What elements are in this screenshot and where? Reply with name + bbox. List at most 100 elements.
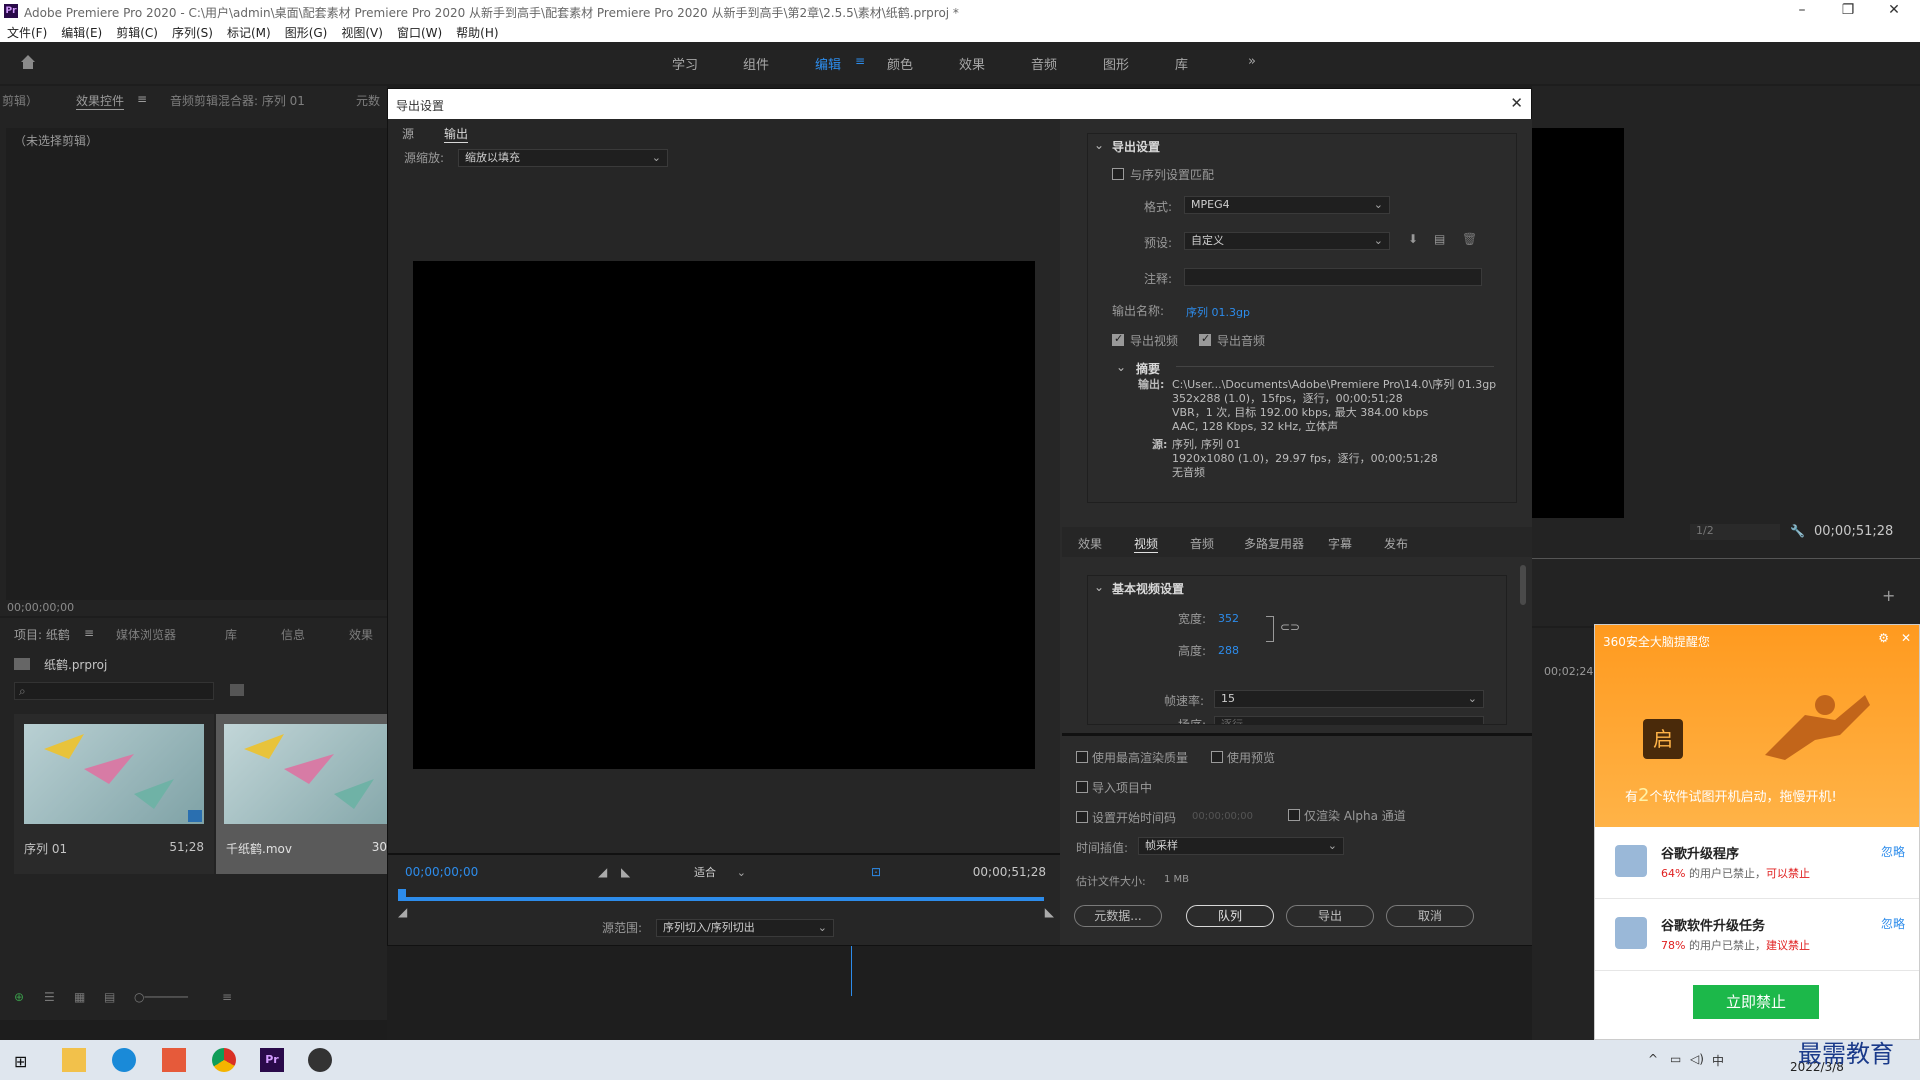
source-range-bar[interactable] — [402, 897, 1044, 901]
playhead-handle[interactable] — [398, 889, 406, 901]
chevron-down-icon[interactable]: ⌄ — [1094, 138, 1104, 152]
use-preview-checkbox[interactable] — [1211, 751, 1223, 763]
program-ruler[interactable] — [1532, 558, 1920, 566]
project-item[interactable]: 序列 01 51;28 — [14, 714, 214, 874]
tab-effect-controls[interactable]: 效果控件 — [76, 92, 125, 110]
delete-preset-icon[interactable]: 🗑 — [1462, 232, 1477, 246]
tab-multiplexer[interactable]: 多路复用器 — [1244, 535, 1304, 552]
match-sequence-checkbox[interactable] — [1112, 168, 1124, 180]
alpha-only-checkbox[interactable] — [1288, 809, 1300, 821]
height-value[interactable]: 288 — [1218, 644, 1239, 657]
icon-view-icon[interactable]: ▦ — [74, 990, 85, 1004]
menu-file[interactable]: 文件(F) — [0, 24, 54, 42]
field-order-select[interactable]: 逐行 — [1214, 716, 1484, 724]
new-bin-icon[interactable] — [230, 684, 244, 696]
preset-select[interactable]: 自定义 ⌄ — [1184, 232, 1390, 250]
volume-icon[interactable]: ◁) — [1690, 1052, 1704, 1066]
photo-app-icon[interactable] — [308, 1048, 332, 1072]
workspace-libraries[interactable]: 库 — [1175, 54, 1188, 73]
start-timecode-value[interactable]: 00;00;00;00 — [1192, 811, 1253, 822]
menu-edit[interactable]: 编辑(E) — [54, 24, 109, 42]
workspace-effects[interactable]: 效果 — [959, 54, 985, 73]
menu-clip[interactable]: 剪辑(C) — [109, 24, 165, 42]
sort-icon[interactable]: ≡ — [222, 990, 232, 1004]
menu-help[interactable]: 帮助(H) — [449, 24, 505, 42]
metadata-button[interactable]: 元数据... — [1074, 905, 1162, 927]
ignore-link[interactable]: 忽略 — [1881, 915, 1905, 932]
aspect-toggle-icon[interactable]: ⊡ — [871, 865, 881, 879]
file-explorer-icon[interactable] — [62, 1048, 86, 1072]
workspace-color[interactable]: 颜色 — [887, 54, 913, 73]
format-select[interactable]: MPEG4 ⌄ — [1184, 196, 1390, 214]
start-timecode-checkbox[interactable] — [1076, 811, 1088, 823]
tab-effects[interactable]: 效果 — [1078, 535, 1102, 552]
tab-effects[interactable]: 效果 — [349, 626, 373, 643]
tab-libraries[interactable]: 库 — [225, 626, 237, 643]
workspace-audio[interactable]: 音频 — [1031, 54, 1057, 73]
disable-now-button[interactable]: 立即禁止 — [1693, 985, 1819, 1019]
max-quality-checkbox[interactable] — [1076, 751, 1088, 763]
tab-info[interactable]: 信息 — [281, 626, 305, 643]
tab-audio[interactable]: 音频 — [1190, 535, 1214, 552]
ime-indicator[interactable]: 中 — [1712, 1052, 1724, 1069]
project-item[interactable]: 千纸鹤.mov 30 — [216, 714, 387, 874]
tab-media-browser[interactable]: 媒体浏览器 — [116, 626, 176, 643]
program-timecode[interactable]: 00;00;51;28 — [1814, 524, 1893, 539]
width-value[interactable]: 352 — [1218, 612, 1239, 625]
effect-timecode[interactable]: 00;00;00;00 — [7, 601, 74, 614]
menu-view[interactable]: 视图(V) — [334, 24, 390, 42]
set-in-icon[interactable]: ◢ — [598, 865, 607, 879]
list-view-icon[interactable]: ☰ — [44, 990, 55, 1004]
close-icon[interactable]: ✕ — [1872, 2, 1916, 22]
tab-source[interactable]: 剪辑） — [2, 92, 38, 109]
tab-metadata[interactable]: 元数 — [356, 92, 380, 109]
tab-project-menu-icon[interactable]: ≡ — [84, 626, 94, 640]
playhead[interactable] — [851, 946, 852, 996]
chrome-icon[interactable] — [212, 1048, 236, 1072]
tray-up-icon[interactable]: ^ — [1648, 1052, 1658, 1066]
menu-graphics[interactable]: 图形(G) — [278, 24, 335, 42]
tab-audio-clip-mixer[interactable]: 音频剪辑混合器: 序列 01 — [170, 92, 305, 109]
workspace-graphics[interactable]: 图形 — [1103, 54, 1129, 73]
tab-publish[interactable]: 发布 — [1384, 535, 1408, 552]
workspace-menu-icon[interactable]: ≡ — [855, 54, 865, 68]
settings-gear-icon[interactable]: ⚙ — [1878, 631, 1889, 645]
set-out-icon[interactable]: ◣ — [621, 865, 630, 879]
network-icon[interactable]: ▭ — [1670, 1052, 1681, 1066]
current-timecode[interactable]: 00;00;00;00 — [405, 865, 478, 879]
minimize-icon[interactable]: – — [1780, 2, 1824, 22]
export-audio-checkbox[interactable] — [1199, 332, 1211, 346]
import-preset-icon[interactable]: ▤ — [1434, 232, 1445, 246]
export-video-checkbox[interactable] — [1112, 332, 1124, 346]
zoom-select[interactable]: 1/2 — [1690, 524, 1780, 540]
tab-menu-icon[interactable]: ≡ — [137, 92, 147, 106]
export-button[interactable]: 导出 — [1286, 905, 1374, 927]
scrollbar[interactable] — [1520, 565, 1526, 605]
ignore-link[interactable]: 忽略 — [1881, 843, 1905, 860]
chevron-down-icon[interactable]: ⌄ — [1094, 580, 1104, 594]
project-search-input[interactable]: ⌕ — [14, 682, 214, 700]
home-icon[interactable] — [20, 54, 36, 70]
workspace-more-icon[interactable]: » — [1248, 54, 1256, 69]
workspace-editing[interactable]: 编辑 — [815, 54, 841, 73]
maximize-icon[interactable]: ❐ — [1826, 2, 1870, 22]
tab-video[interactable]: 视频 — [1134, 535, 1159, 553]
dialog-close-icon[interactable]: ✕ — [1510, 94, 1523, 112]
menu-sequence[interactable]: 序列(S) — [165, 24, 220, 42]
premiere-taskbar-icon[interactable]: Pr — [260, 1048, 284, 1072]
lock-icon[interactable]: ⊕ — [14, 990, 24, 1004]
app-store-icon[interactable] — [162, 1048, 186, 1072]
popup-close-icon[interactable]: ✕ — [1901, 631, 1911, 645]
output-name-link[interactable]: 序列 01.3gp — [1186, 304, 1250, 320]
wrench-icon[interactable]: 🔧 — [1790, 524, 1805, 538]
freeform-view-icon[interactable]: ▤ — [104, 990, 115, 1004]
tab-output[interactable]: 输出 — [444, 125, 469, 143]
source-scaling-select[interactable]: 缩放以填充 ⌄ — [458, 149, 668, 167]
comment-input[interactable] — [1184, 268, 1482, 286]
menu-marker[interactable]: 标记(M) — [220, 24, 278, 42]
out-point-handle[interactable]: ◣ — [1045, 905, 1054, 919]
time-interpolation-select[interactable]: 帧采样 ⌄ — [1138, 837, 1344, 855]
link-icon[interactable]: ⊂⊃ — [1280, 620, 1300, 634]
tab-captions[interactable]: 字幕 — [1328, 535, 1352, 552]
edge-icon[interactable] — [112, 1048, 136, 1072]
